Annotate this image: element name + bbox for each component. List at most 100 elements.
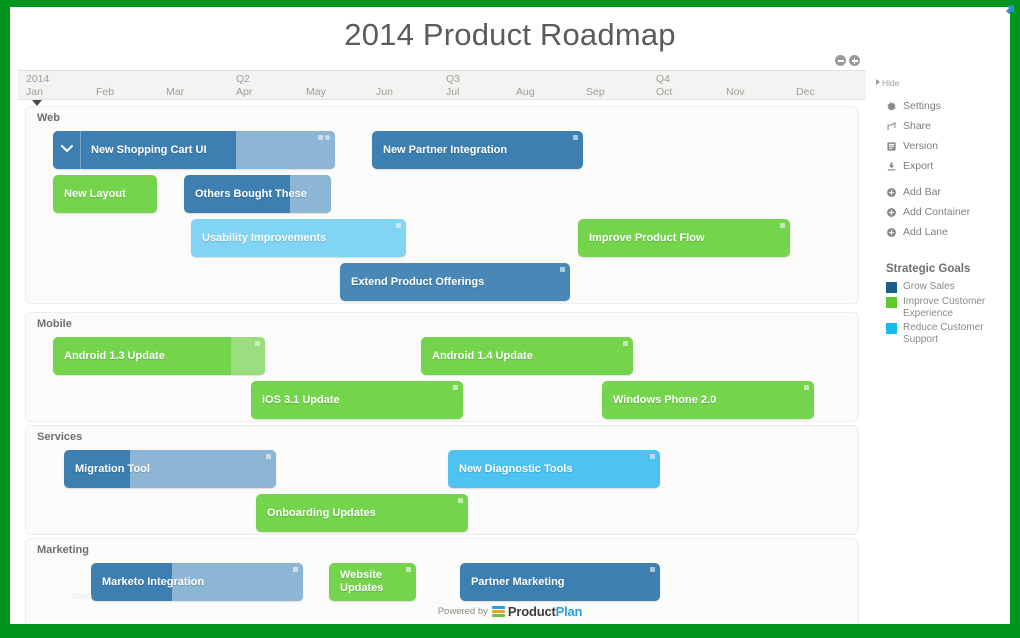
roadmap-bar[interactable]: Extend Product Offerings	[340, 263, 570, 301]
timeline-month-label: Sep	[586, 86, 605, 98]
resize-corner-icon[interactable]	[1001, 4, 1015, 18]
lane-body: Migration Tool New Diagnostic Tools Onboar…	[26, 448, 858, 534]
timeline-month-label: Feb	[96, 86, 115, 98]
menu-icon[interactable]	[453, 385, 458, 390]
zoom-out-icon[interactable]	[835, 55, 846, 66]
roadmap-bar[interactable]: New Shopping Cart UI	[53, 131, 335, 169]
sidebar-item-label: Share	[903, 120, 932, 132]
bar-icon-group[interactable]	[573, 135, 578, 140]
roadmap-bar[interactable]: Onboarding Updates	[256, 494, 468, 532]
lane-web[interactable]: Web New Shopping Cart UI New Partner Integ…	[25, 106, 859, 304]
roadmap-app: 2014 Product Roadmap 2014 Jan Feb Mar Q2 Apr M…	[10, 7, 1010, 624]
bar-icon-group[interactable]	[255, 341, 260, 346]
bar-label: Windows Phone 2.0	[613, 394, 717, 406]
menu-icon[interactable]	[780, 223, 785, 228]
bar-label: Website Updates	[340, 569, 384, 594]
timeline-quarter-label: Q2	[236, 73, 251, 85]
bar-icon-group[interactable]	[650, 567, 655, 572]
roadmap-bar[interactable]: New Diagnostic Tools	[448, 450, 660, 488]
timeline-header[interactable]: 2014 Jan Feb Mar Q2 Apr May Jun Q3 Jul Aug Sep Q4 Oct…	[18, 70, 866, 100]
timeline-month-label: Mar	[166, 86, 185, 98]
roadmap-bar[interactable]: Android 1.4 Update	[421, 337, 633, 375]
version-icon	[886, 141, 897, 152]
goal-legend-item[interactable]: Grow Sales	[874, 281, 1004, 293]
bar-icon-group[interactable]	[453, 385, 458, 390]
menu-icon[interactable]	[396, 223, 401, 228]
goal-label: Improve Customer Experience	[903, 296, 986, 319]
sidebar-item-export[interactable]: Export	[874, 160, 1004, 180]
roadmap-bar[interactable]: New Partner Integration	[372, 131, 583, 169]
bar-icon-group[interactable]	[804, 385, 809, 390]
goal-label: Grow Sales	[903, 281, 955, 292]
goal-legend-item[interactable]: Reduce Customer Support	[874, 322, 1004, 345]
menu-icon[interactable]	[266, 454, 271, 459]
strategic-goals-legend: Grow Sales Improve Customer Experience Red…	[874, 281, 1004, 348]
chevron-down-icon[interactable]	[53, 131, 81, 169]
bar-icon-group[interactable]	[780, 223, 785, 228]
bar-icon-group[interactable]	[318, 135, 330, 140]
timeline-month-label: Oct	[656, 86, 673, 98]
bar-icon-group[interactable]	[396, 223, 401, 228]
roadmap-bar[interactable]: Usability Improvements	[191, 219, 406, 257]
lane-label: Services	[37, 431, 83, 443]
roadmap-bar[interactable]: Migration Tool	[64, 450, 276, 488]
menu-icon[interactable]	[255, 341, 260, 346]
bar-icon-group[interactable]	[406, 567, 411, 572]
gear-icon	[886, 101, 897, 112]
sidebar-item-share[interactable]: Share	[874, 120, 1004, 140]
powered-by-label: Powered by	[437, 605, 488, 617]
menu-icon[interactable]	[318, 135, 323, 140]
zoom-in-icon[interactable]	[849, 55, 860, 66]
roadmap-bar[interactable]: New Layout	[53, 175, 157, 213]
roadmap-bar[interactable]: Partner Marketing	[460, 563, 660, 601]
lane-body: Android 1.3 Update Android 1.4 Update iOS …	[26, 335, 858, 421]
sidebar-item-version[interactable]: Version	[874, 140, 1004, 160]
menu-icon[interactable]	[458, 498, 463, 503]
sidebar-item-add-lane[interactable]: Add Lane	[874, 226, 1004, 246]
roadmap-bar[interactable]: Others Bought These	[184, 175, 331, 213]
menu-icon[interactable]	[406, 567, 411, 572]
sidebar-item-add-container[interactable]: Add Container	[874, 206, 1004, 226]
menu-icon[interactable]	[650, 454, 655, 459]
menu-icon[interactable]	[623, 341, 628, 346]
roadmap-bar[interactable]: Marketo Integration	[91, 563, 303, 601]
hide-label: Hide	[882, 78, 900, 88]
bar-label: Partner Marketing	[471, 576, 565, 588]
menu-icon[interactable]	[573, 135, 578, 140]
sidebar-item-add-bar[interactable]: Add Bar	[874, 186, 1004, 206]
strategic-goals-title: Strategic Goals	[886, 263, 971, 275]
menu-icon[interactable]	[650, 567, 655, 572]
roadmap-bar[interactable]: Windows Phone 2.0	[602, 381, 814, 419]
roadmap-bar[interactable]: Website Updates	[329, 563, 416, 601]
note-icon[interactable]	[325, 135, 330, 140]
sidebar-item-label: Settings	[903, 100, 941, 112]
bar-icon-group[interactable]	[650, 454, 655, 459]
bar-icon-group[interactable]	[623, 341, 628, 346]
lane-services[interactable]: Services Migration Tool New Diagnostic Too…	[25, 425, 859, 535]
bar-label: Onboarding Updates	[267, 507, 376, 519]
sidebar-item-settings[interactable]: Settings	[874, 100, 1004, 120]
menu-icon[interactable]	[293, 567, 298, 572]
bar-label: New Shopping Cart UI	[91, 144, 207, 156]
hide-sidebar-toggle[interactable]: Hide	[876, 78, 899, 88]
bar-label: Marketo Integration	[102, 576, 205, 588]
lane-label: Mobile	[37, 318, 72, 330]
goal-color-swatch	[886, 282, 897, 293]
roadmap-bar[interactable]: Improve Product Flow	[578, 219, 790, 257]
plus-circle-icon	[886, 227, 897, 238]
roadmap-bar[interactable]: Android 1.3 Update	[53, 337, 265, 375]
menu-icon[interactable]	[560, 267, 565, 272]
bar-icon-group[interactable]	[293, 567, 298, 572]
roadmap-bar[interactable]: iOS 3.1 Update	[251, 381, 463, 419]
bar-label: Extend Product Offerings	[351, 276, 485, 288]
bar-label: New Diagnostic Tools	[459, 463, 573, 475]
roadmap-board: Web New Shopping Cart UI New Partner Integ…	[18, 106, 866, 624]
timeline-quarter-label: 2014	[26, 73, 50, 85]
menu-icon[interactable]	[804, 385, 809, 390]
bar-icon-group[interactable]	[458, 498, 463, 503]
bar-icon-group[interactable]	[560, 267, 565, 272]
productplan-logo[interactable]: ProductPlan	[491, 604, 582, 619]
lane-mobile[interactable]: Mobile Android 1.3 Update Android 1.4 Upda…	[25, 312, 859, 422]
goal-legend-item[interactable]: Improve Customer Experience	[874, 296, 1004, 319]
bar-icon-group[interactable]	[266, 454, 271, 459]
